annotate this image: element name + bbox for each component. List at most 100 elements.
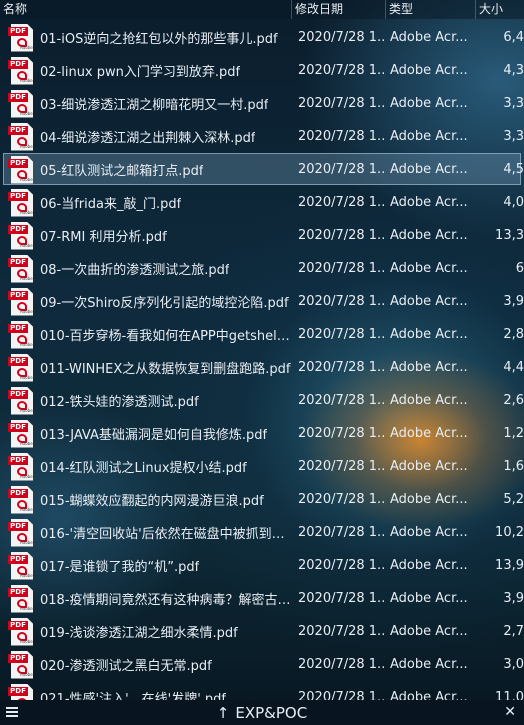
file-row[interactable]: PDF Adobe 06-当frida来_敲_门.pdf 2020/7/28 1...… bbox=[0, 186, 524, 219]
file-date: 2020/7/28 1... bbox=[298, 294, 386, 309]
file-row[interactable]: PDF Adobe 02-linux pwn入门学习到放弃.pdf 2020/7/28… bbox=[0, 54, 524, 87]
file-row[interactable]: PDF Adobe 010-百步穿杨-看我如何在APP中getshell.pdf 20… bbox=[0, 318, 524, 351]
file-date: 2020/7/28 1... bbox=[298, 327, 386, 342]
file-type: Adobe Acr... bbox=[390, 261, 468, 276]
file-name: 08-一次曲折的渗透测试之旅.pdf bbox=[40, 263, 230, 278]
file-type: Adobe Acr... bbox=[390, 162, 468, 177]
file-name-cell[interactable]: PDF Adobe 04-细说渗透江湖之出荆棘入深林.pdf bbox=[0, 122, 292, 152]
file-name-cell[interactable]: PDF Adobe 010-百步穿杨-看我如何在APP中getshell.pdf bbox=[0, 320, 292, 350]
file-name-cell[interactable]: PDF Adobe 01-iOS逆向之抢红包以外的那些事儿.pdf bbox=[0, 23, 292, 53]
file-name-cell[interactable]: PDF Adobe 08-一次曲折的渗透测试之旅.pdf bbox=[0, 254, 292, 284]
file-name-cell[interactable]: PDF Adobe 06-当frida来_敲_门.pdf bbox=[0, 188, 292, 218]
file-date: 2020/7/28 1... bbox=[298, 591, 386, 606]
file-date: 2020/7/28 1... bbox=[298, 690, 386, 700]
file-row[interactable]: PDF Adobe 07-RMI 利用分析.pdf 2020/7/28 1... Ado… bbox=[0, 219, 524, 252]
file-name-cell[interactable]: PDF Adobe 015-蝴蝶效应翻起的内网漫游巨浪.pdf bbox=[0, 485, 292, 515]
folder-title[interactable]: EXP&POC bbox=[235, 704, 307, 722]
file-size: 10,2 bbox=[495, 525, 524, 540]
file-type: Adobe Acr... bbox=[390, 624, 468, 639]
file-name-cell[interactable]: PDF Adobe 013-JAVA基础漏洞是如何自我修炼.pdf bbox=[0, 419, 292, 449]
pdf-file-icon: PDFAdobe bbox=[8, 683, 34, 700]
pdf-file-icon: PDFAdobe bbox=[8, 485, 34, 515]
file-type: Adobe Acr... bbox=[390, 129, 468, 144]
header-size[interactable]: 大小 bbox=[476, 0, 524, 19]
file-size: 6,4 bbox=[503, 30, 524, 45]
file-name-cell[interactable]: PDF Adobe 02-linux pwn入门学习到放弃.pdf bbox=[0, 56, 292, 86]
file-name: 09-一次Shiro反序列化引起的域控沦陷.pdf bbox=[40, 296, 289, 311]
file-size: 1,2 bbox=[503, 426, 524, 441]
file-size: 2,8 bbox=[503, 327, 524, 342]
file-type: Adobe Acr... bbox=[390, 96, 468, 111]
file-name: 010-百步穿杨-看我如何在APP中getshell.pdf bbox=[40, 329, 292, 344]
close-icon[interactable]: ✕ bbox=[504, 704, 516, 720]
file-name-cell[interactable]: PDF Adobe 05-红队测试之邮箱打点.pdf bbox=[0, 155, 292, 185]
file-row[interactable]: PDF Adobe 018-疫情期间竟然还有这种病毒？解密古老... 2020/7/2… bbox=[0, 582, 524, 615]
file-name-cell[interactable]: PDF Adobe 012-铁头娃的渗透测试.pdf bbox=[0, 386, 292, 416]
file-row[interactable]: PDF Adobe 08-一次曲折的渗透测试之旅.pdf 2020/7/28 1...… bbox=[0, 252, 524, 285]
file-name-cell[interactable]: PDF Adobe 011-WINHEX之从数据恢复到删盘跑路.pdf bbox=[0, 353, 292, 383]
file-name-cell[interactable]: PDF Adobe 03-细说渗透江湖之柳暗花明又一村.pdf bbox=[0, 89, 292, 119]
file-size: 4,0 bbox=[503, 195, 524, 210]
file-name: 011-WINHEX之从数据恢复到删盘跑路.pdf bbox=[40, 362, 291, 377]
file-name: 017-是谁锁了我的“机”.pdf bbox=[40, 560, 200, 575]
file-type: Adobe Acr... bbox=[390, 393, 468, 408]
file-name: 03-细说渗透江湖之柳暗花明又一村.pdf bbox=[40, 98, 269, 113]
file-row[interactable]: PDF Adobe 012-铁头娃的渗透测试.pdf 2020/7/28 1... Ad… bbox=[0, 384, 524, 417]
pdf-file-icon: PDFAdobe bbox=[8, 56, 34, 86]
file-type: Adobe Acr... bbox=[390, 294, 468, 309]
file-row[interactable]: PDF Adobe 015-蝴蝶效应翻起的内网漫游巨浪.pdf 2020/7/28 1… bbox=[0, 483, 524, 516]
header-date[interactable]: 修改日期 bbox=[292, 0, 386, 19]
file-date: 2020/7/28 1... bbox=[298, 525, 386, 540]
pdf-file-icon: PDFAdobe bbox=[8, 23, 34, 53]
file-row[interactable]: PDF Adobe 09-一次Shiro反序列化引起的域控沦陷.pdf 2020/7/… bbox=[0, 285, 524, 318]
file-size: 5,2 bbox=[503, 492, 524, 507]
file-row[interactable]: PDF Adobe 05-红队测试之邮箱打点.pdf 2020/7/28 1... Ad… bbox=[0, 153, 524, 186]
file-type: Adobe Acr... bbox=[390, 525, 468, 540]
file-name-cell[interactable]: PDF Adobe 017-是谁锁了我的“机”.pdf bbox=[0, 551, 292, 581]
header-type[interactable]: 类型 bbox=[386, 0, 476, 19]
file-date: 2020/7/28 1... bbox=[298, 63, 386, 78]
file-size: 13,9 bbox=[495, 558, 524, 573]
file-name-cell[interactable]: PDF Adobe 07-RMI 利用分析.pdf bbox=[0, 221, 292, 251]
pdf-file-icon: PDFAdobe bbox=[8, 122, 34, 152]
file-name: 020-渗透测试之黑白无常.pdf bbox=[40, 659, 212, 674]
file-name-cell[interactable]: PDF Adobe 09-一次Shiro反序列化引起的域控沦陷.pdf bbox=[0, 287, 292, 317]
file-row[interactable]: PDF Adobe 014-红队测试之Linux提权小结.pdf 2020/7/28 … bbox=[0, 450, 524, 483]
file-row[interactable]: PDFAdobe 021-性感'注入'，在线'发牌'.pdf 2020/7/28 1… bbox=[0, 681, 524, 700]
file-date: 2020/7/28 1... bbox=[298, 624, 386, 639]
file-name-cell[interactable]: PDFAdobe 021-性感'注入'，在线'发牌'.pdf bbox=[0, 683, 292, 700]
pdf-file-icon: PDFAdobe bbox=[8, 155, 34, 185]
pdf-file-icon: PDFAdobe bbox=[8, 287, 34, 317]
file-size: 3,3 bbox=[503, 96, 524, 111]
file-type: Adobe Acr... bbox=[390, 360, 468, 375]
file-row[interactable]: PDF Adobe 017-是谁锁了我的“机”.pdf 2020/7/28 1... A… bbox=[0, 549, 524, 582]
file-name-cell[interactable]: PDF Adobe 019-浅谈渗透江湖之细水柔情.pdf bbox=[0, 617, 292, 647]
bottom-bar: ↑ EXP&POC ✕ bbox=[0, 700, 524, 725]
header-name[interactable]: 名称 bbox=[0, 0, 292, 19]
file-name-cell[interactable]: PDF Adobe 014-红队测试之Linux提权小结.pdf bbox=[0, 452, 292, 482]
file-size: 3,3 bbox=[503, 129, 524, 144]
file-date: 2020/7/28 1... bbox=[298, 162, 386, 177]
pdf-file-icon: PDFAdobe bbox=[8, 221, 34, 251]
file-name-cell[interactable]: PDF Adobe 016-'清空回收站'后依然在磁盘中被抓到证据... bbox=[0, 518, 292, 548]
file-row[interactable]: PDF Adobe 04-细说渗透江湖之出荆棘入深林.pdf 2020/7/28 1.… bbox=[0, 120, 524, 153]
file-name: 05-红队测试之邮箱打点.pdf bbox=[40, 164, 204, 179]
file-name: 021-性感'注入'，在线'发牌'.pdf bbox=[40, 692, 227, 700]
file-name-cell[interactable]: PDF Adobe 020-渗透测试之黑白无常.pdf bbox=[0, 650, 292, 680]
file-date: 2020/7/28 1... bbox=[298, 426, 386, 441]
up-arrow-icon[interactable]: ↑ bbox=[217, 704, 230, 722]
file-name: 019-浅谈渗透江湖之细水柔情.pdf bbox=[40, 626, 238, 641]
file-date: 2020/7/28 1... bbox=[298, 492, 386, 507]
file-list: PDF Adobe 01-iOS逆向之抢红包以外的那些事儿.pdf 2020/7/28… bbox=[0, 21, 524, 700]
file-row[interactable]: PDF Adobe 03-细说渗透江湖之柳暗花明又一村.pdf 2020/7/28 1… bbox=[0, 87, 524, 120]
pdf-file-icon: PDFAdobe bbox=[8, 452, 34, 482]
file-row[interactable]: PDF Adobe 013-JAVA基础漏洞是如何自我修炼.pdf 2020/7/28… bbox=[0, 417, 524, 450]
file-row[interactable]: PDF Adobe 016-'清空回收站'后依然在磁盘中被抓到证据... 2020/7… bbox=[0, 516, 524, 549]
menu-icon[interactable] bbox=[6, 707, 18, 717]
file-row[interactable]: PDF Adobe 020-渗透测试之黑白无常.pdf 2020/7/28 1... A… bbox=[0, 648, 524, 681]
file-row[interactable]: PDF Adobe 019-浅谈渗透江湖之细水柔情.pdf 2020/7/28 1..… bbox=[0, 615, 524, 648]
file-row[interactable]: PDF Adobe 01-iOS逆向之抢红包以外的那些事儿.pdf 2020/7/28… bbox=[0, 21, 524, 54]
file-name-cell[interactable]: PDF Adobe 018-疫情期间竟然还有这种病毒？解密古老... bbox=[0, 584, 292, 614]
file-row[interactable]: PDF Adobe 011-WINHEX之从数据恢复到删盘跑路.pdf 2020/7/… bbox=[0, 351, 524, 384]
file-name: 014-红队测试之Linux提权小结.pdf bbox=[40, 461, 247, 476]
